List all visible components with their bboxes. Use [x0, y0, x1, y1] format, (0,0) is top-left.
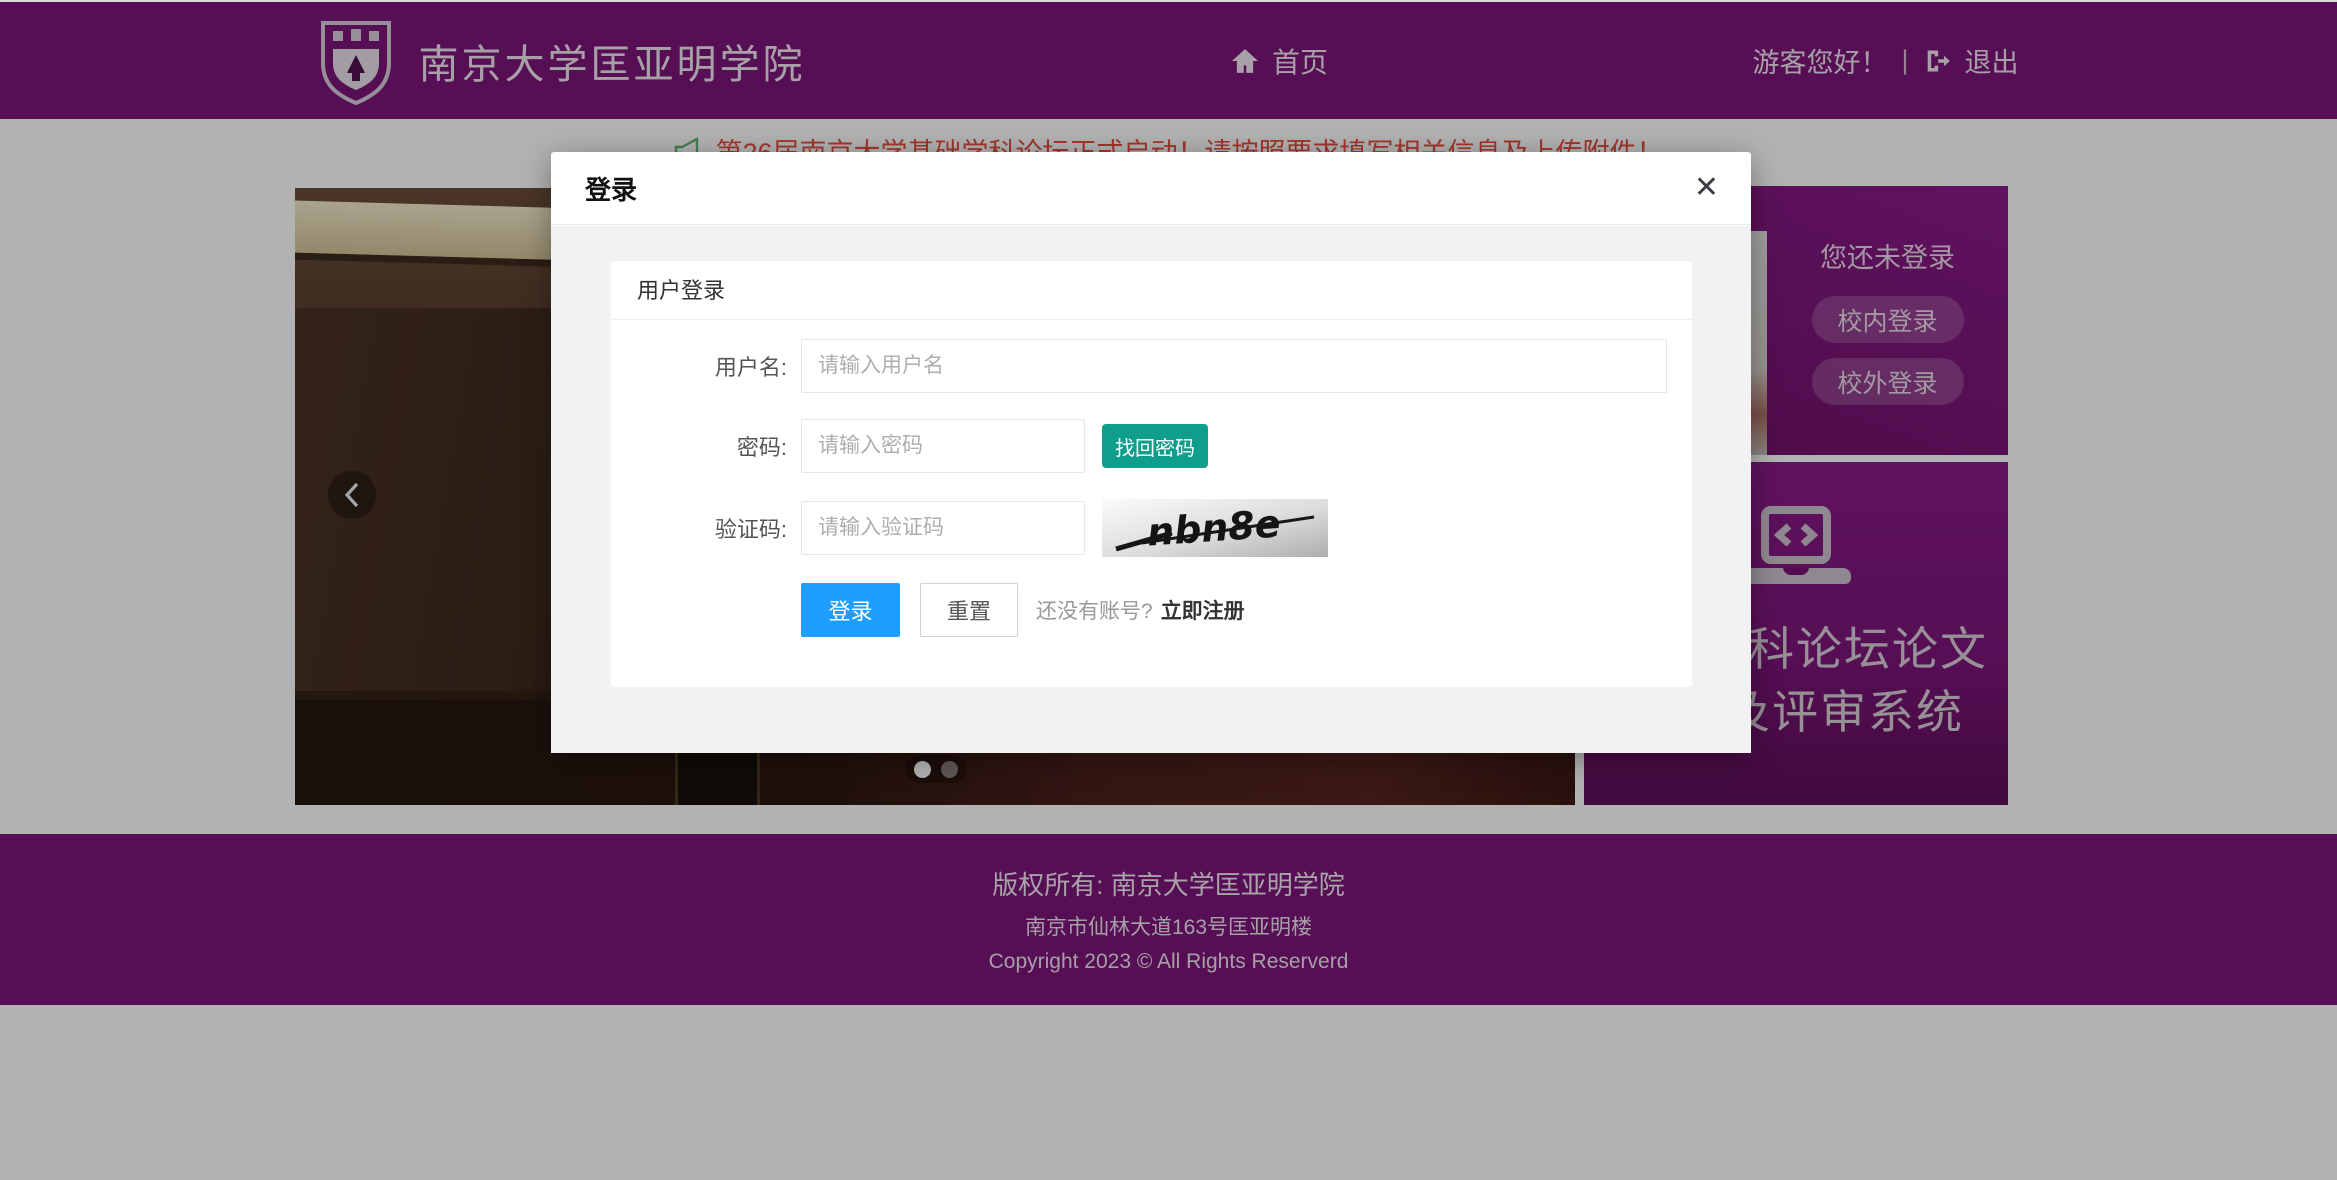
- login-button[interactable]: 登录: [801, 583, 900, 637]
- reset-button[interactable]: 重置: [920, 583, 1018, 637]
- captcha-input[interactable]: [801, 501, 1085, 555]
- username-input[interactable]: [801, 339, 1667, 393]
- password-label: 密码:: [611, 430, 801, 462]
- username-label: 用户名:: [611, 350, 801, 382]
- login-modal: 登录 ✕ 用户登录 用户名: 密码: 找回密码 验证码:: [551, 152, 1751, 753]
- modal-title: 登录: [585, 170, 637, 207]
- captcha-image[interactable]: nbn8e: [1102, 499, 1328, 557]
- login-form: 用户名: 密码: 找回密码 验证码:: [611, 320, 1692, 637]
- no-account-text: 还没有账号?: [1036, 595, 1153, 625]
- register-link[interactable]: 立即注册: [1161, 595, 1245, 625]
- password-input[interactable]: [801, 419, 1085, 473]
- page-top-strip: [0, 0, 2337, 2]
- actions-row: 登录 重置 还没有账号? 立即注册: [801, 583, 1692, 637]
- password-row: 密码: 找回密码: [611, 419, 1692, 473]
- modal-body: 用户登录 用户名: 密码: 找回密码 验证码:: [551, 226, 1751, 753]
- captcha-text: nbn8e: [1146, 501, 1282, 554]
- login-card-title: 用户登录: [611, 261, 1692, 320]
- username-row: 用户名:: [611, 339, 1692, 393]
- captcha-row: 验证码: nbn8e: [611, 499, 1692, 557]
- find-password-button[interactable]: 找回密码: [1102, 424, 1208, 468]
- login-card: 用户登录 用户名: 密码: 找回密码 验证码:: [611, 261, 1692, 687]
- captcha-label: 验证码:: [611, 512, 801, 544]
- modal-header: 登录 ✕: [551, 152, 1751, 225]
- close-icon[interactable]: ✕: [1694, 173, 1719, 203]
